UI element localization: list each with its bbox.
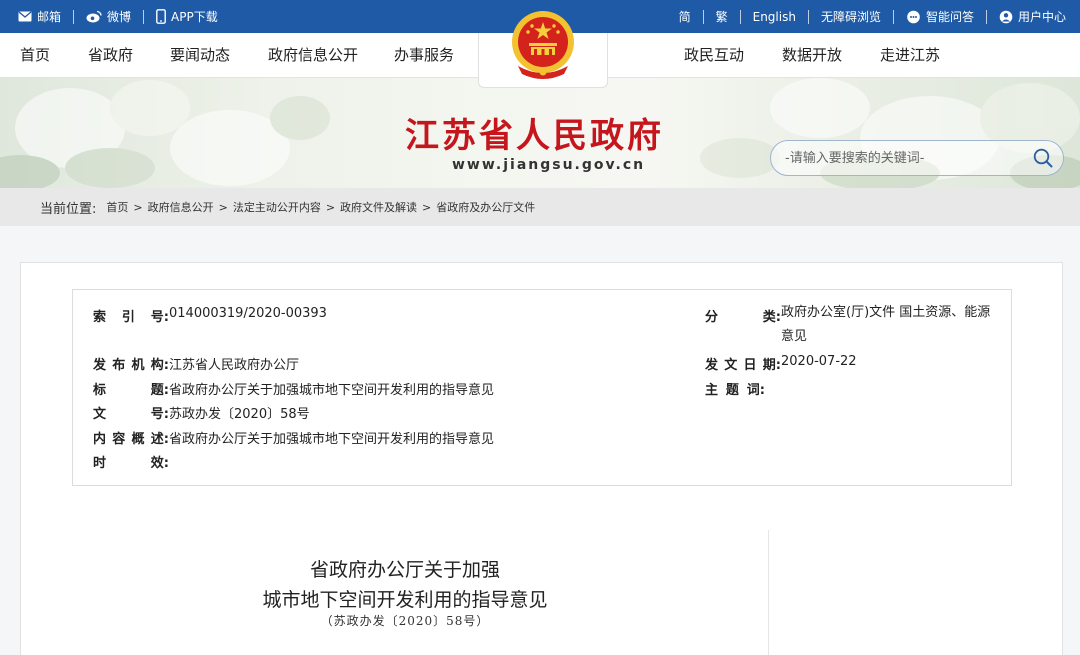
breadcrumb-item-statutory-content[interactable]: 法定主动公开内容: [233, 199, 321, 215]
meta-value-doc-no: 苏政办发〔2020〕58号: [169, 407, 310, 422]
app-download-label: APP下载: [171, 10, 218, 24]
search-box: [770, 140, 1064, 176]
breadcrumb-item-home[interactable]: 首页: [106, 199, 128, 215]
nav-about-jiangsu[interactable]: 走进江苏: [880, 33, 940, 78]
site-title[interactable]: 江苏省人民政府: [405, 108, 664, 157]
chevron-right-icon: >: [218, 200, 228, 214]
divider: [768, 530, 769, 655]
nav-public-interaction[interactable]: 政民互动: [684, 33, 744, 78]
document-title: 省政府办公厅关于加强 城市地下空间开发利用的指导意见: [230, 555, 580, 615]
nav-services[interactable]: 办事服务: [394, 33, 454, 78]
divider: [892, 9, 894, 24]
meta-row-issue-date: 发文日期: 2020-07-22: [705, 354, 857, 373]
weibo-icon: [86, 10, 102, 23]
national-emblem-icon[interactable]: [508, 8, 578, 82]
nav-open-data[interactable]: 数据开放: [782, 33, 842, 78]
mail-link[interactable]: 邮箱: [18, 8, 61, 25]
meta-row-doc-no: 文号: 苏政办发〔2020〕58号: [93, 403, 310, 422]
nav-provincial-government[interactable]: 省政府: [88, 33, 133, 78]
meta-value-title: 省政府办公厅关于加强城市地下空间开发利用的指导意见: [169, 383, 495, 398]
simplified-chinese-link[interactable]: 简: [679, 8, 691, 25]
divider: [985, 9, 987, 24]
meta-row-title: 标题: 省政府办公厅关于加强城市地下空间开发利用的指导意见: [93, 379, 494, 398]
meta-row-category: 分类: 政府办公室(厅)文件 国土资源、能源 意见: [705, 305, 991, 349]
user-center-link[interactable]: 用户中心: [999, 8, 1066, 25]
breadcrumb-bar: 当前位置: 首页 > 政府信息公开 > 法定主动公开内容 > 政府文件及解读 >…: [0, 188, 1080, 226]
breadcrumb-item-provincial-documents[interactable]: 省政府及办公厅文件: [436, 199, 535, 215]
nav-news[interactable]: 要闻动态: [170, 33, 230, 78]
meta-row-issuer: 发布机构: 江苏省人民政府办公厅: [93, 354, 299, 373]
meta-key: 索引号:: [93, 310, 169, 325]
user-center-label: 用户中心: [1017, 10, 1066, 24]
weibo-link[interactable]: 微博: [86, 8, 131, 25]
divider: [739, 9, 741, 24]
chat-icon: [906, 10, 921, 24]
meta-value-issuer: 江苏省人民政府办公厅: [169, 358, 300, 373]
mail-icon: [18, 11, 32, 22]
chevron-right-icon: >: [422, 200, 432, 214]
document-title-line-1: 省政府办公厅关于加强: [309, 559, 500, 581]
document-title-line-2: 城市地下空间开发利用的指导意见: [262, 589, 548, 611]
meta-row-validity: 时效:: [93, 452, 169, 471]
mail-label: 邮箱: [37, 10, 62, 24]
chevron-right-icon: >: [133, 200, 143, 214]
breadcrumb-item-info-disclosure[interactable]: 政府信息公开: [148, 199, 214, 215]
meta-key: 发布机构:: [93, 358, 169, 373]
divider: [143, 9, 145, 24]
meta-key: 发文日期:: [705, 358, 781, 373]
meta-key: 分类:: [705, 310, 781, 325]
document-metadata-table: 索引号: 014000319/2020-00393 发布机构: 江苏省人民政府办…: [72, 289, 1012, 486]
meta-key: 内容概述:: [93, 432, 169, 447]
site-url: www.jiangsu.gov.cn: [452, 157, 646, 173]
smart-qa-label: 智能问答: [925, 10, 974, 24]
meta-value-index-no: 014000319/2020-00393: [169, 306, 327, 321]
smart-qa-link[interactable]: 智能问答: [906, 8, 974, 25]
meta-key: 时效:: [93, 456, 169, 471]
meta-row-keywords: 主题词:: [705, 379, 765, 398]
accessibility-link[interactable]: 无障碍浏览: [821, 8, 881, 25]
meta-row-index-no: 索引号: 014000319/2020-00393: [93, 306, 327, 325]
user-icon: [999, 10, 1013, 24]
traditional-chinese-link[interactable]: 繁: [716, 8, 728, 25]
meta-value-summary: 省政府办公厅关于加强城市地下空间开发利用的指导意见: [169, 432, 495, 447]
breadcrumb-item-government-documents[interactable]: 政府文件及解读: [340, 199, 417, 215]
meta-value-issue-date: 2020-07-22: [781, 354, 857, 369]
weibo-label: 微博: [107, 10, 132, 24]
chevron-right-icon: >: [325, 200, 336, 214]
meta-key: 主题词:: [705, 383, 765, 398]
english-link[interactable]: English: [753, 10, 796, 24]
divider: [807, 9, 809, 24]
nav-home[interactable]: 首页: [20, 33, 50, 78]
document-number: （苏政办发〔2020〕58号）: [320, 614, 490, 628]
breadcrumb: 当前位置: 首页 > 政府信息公开 > 法定主动公开内容 > 政府文件及解读 >…: [40, 188, 535, 226]
search-icon[interactable]: [1033, 148, 1053, 168]
nav-info-disclosure[interactable]: 政府信息公开: [268, 33, 358, 78]
search-input[interactable]: [785, 149, 1025, 167]
divider: [73, 9, 75, 24]
meta-value-category: 政府办公室(厅)文件 国土资源、能源 意见: [781, 305, 991, 344]
meta-key: 标题:: [93, 383, 169, 398]
app-download-link[interactable]: APP下载: [156, 8, 218, 25]
meta-key: 文号:: [93, 407, 169, 422]
divider: [702, 9, 704, 24]
phone-icon: [156, 9, 166, 24]
breadcrumb-label: 当前位置:: [40, 201, 97, 217]
meta-row-summary: 内容概述: 省政府办公厅关于加强城市地下空间开发利用的指导意见: [93, 428, 494, 447]
